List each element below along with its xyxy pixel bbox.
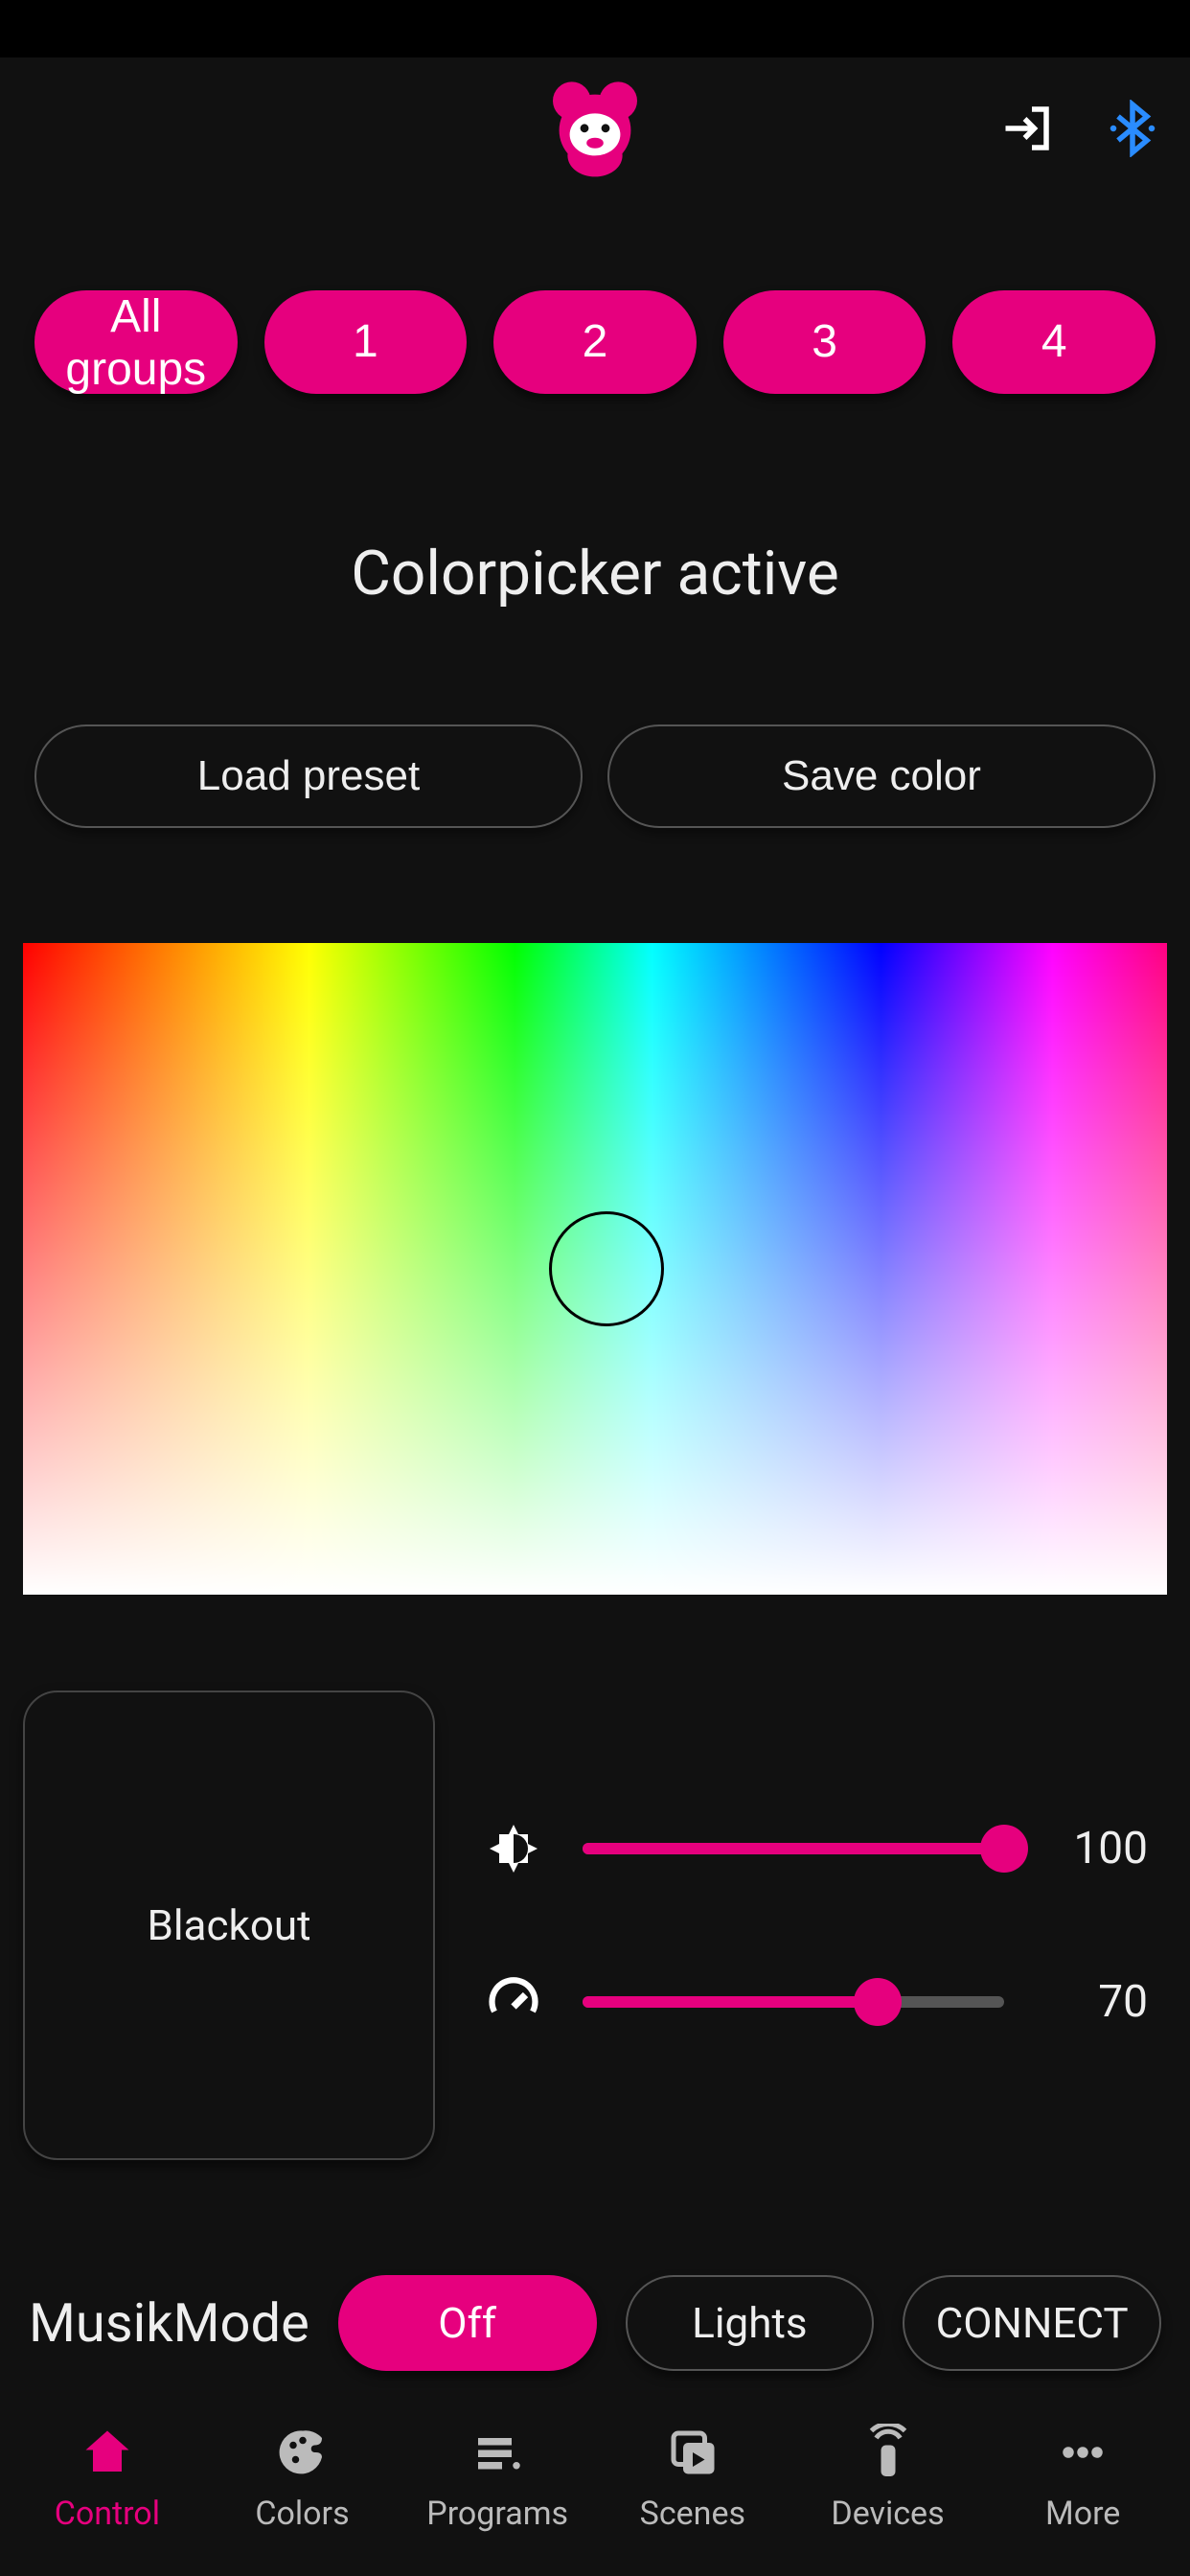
nav-scenes[interactable]: Scenes bbox=[595, 2424, 790, 2533]
nav-label: Control bbox=[55, 2495, 160, 2533]
nav-more[interactable]: More bbox=[985, 2424, 1180, 2533]
monkey-logo bbox=[542, 78, 648, 183]
musik-connect-button[interactable]: CONNECT bbox=[903, 2275, 1161, 2371]
nav-label: Scenes bbox=[640, 2495, 745, 2533]
group-all[interactable]: All groups bbox=[34, 290, 238, 394]
colorpicker-wrap bbox=[0, 847, 1190, 1633]
more-icon bbox=[1054, 2424, 1111, 2481]
preset-row: Load preset Save color bbox=[0, 638, 1190, 847]
app-root: All groups 1 2 3 4 Colorpicker active Lo… bbox=[0, 0, 1190, 2576]
status-bar bbox=[0, 0, 1190, 58]
login-icon[interactable] bbox=[998, 100, 1056, 161]
speed-row: 70 bbox=[483, 1973, 1148, 2031]
nav-label: Colors bbox=[255, 2495, 349, 2533]
brightness-icon bbox=[483, 1820, 544, 1877]
nav-label: More bbox=[1045, 2495, 1120, 2533]
group-1[interactable]: 1 bbox=[264, 290, 468, 394]
header-actions bbox=[998, 100, 1161, 161]
colorpicker[interactable] bbox=[23, 943, 1167, 1595]
scenes-icon bbox=[664, 2424, 721, 2481]
brightness-row: 100 bbox=[483, 1820, 1148, 1877]
bottom-nav: Control Colors Programs Scenes Devices bbox=[0, 2409, 1190, 2576]
sliders: 100 70 bbox=[473, 1690, 1167, 2160]
bluetooth-icon[interactable] bbox=[1104, 100, 1161, 161]
musik-mode-row: MusikMode Off Lights CONNECT bbox=[0, 2198, 1190, 2409]
nav-label: Programs bbox=[426, 2495, 568, 2533]
blackout-button[interactable]: Blackout bbox=[23, 1690, 435, 2160]
musik-lights-button[interactable]: Lights bbox=[626, 2275, 875, 2371]
nav-devices[interactable]: Devices bbox=[790, 2424, 986, 2533]
group-4[interactable]: 4 bbox=[952, 290, 1156, 394]
group-2[interactable]: 2 bbox=[493, 290, 697, 394]
section-title: Colorpicker active bbox=[0, 432, 1190, 638]
speed-icon bbox=[483, 1973, 544, 2031]
load-preset-button[interactable]: Load preset bbox=[34, 724, 583, 828]
brightness-value: 100 bbox=[1042, 1823, 1148, 1874]
speed-value: 70 bbox=[1042, 1976, 1148, 2028]
group-selector: All groups 1 2 3 4 bbox=[0, 204, 1190, 432]
home-icon bbox=[79, 2424, 136, 2481]
musik-off-button[interactable]: Off bbox=[338, 2275, 597, 2371]
nav-programs[interactable]: Programs bbox=[400, 2424, 595, 2533]
nav-label: Devices bbox=[831, 2495, 944, 2533]
group-3[interactable]: 3 bbox=[723, 290, 927, 394]
musik-mode-label: MusikMode bbox=[29, 2291, 309, 2355]
remote-icon bbox=[859, 2424, 917, 2481]
list-icon bbox=[469, 2424, 526, 2481]
colorpicker-cursor[interactable] bbox=[549, 1211, 664, 1326]
brightness-slider[interactable] bbox=[583, 1826, 1004, 1872]
header bbox=[0, 58, 1190, 204]
nav-control[interactable]: Control bbox=[10, 2424, 205, 2533]
controls-row: Blackout 100 bbox=[0, 1633, 1190, 2198]
speed-slider[interactable] bbox=[583, 1979, 1004, 2025]
palette-icon bbox=[274, 2424, 332, 2481]
nav-colors[interactable]: Colors bbox=[205, 2424, 400, 2533]
save-color-button[interactable]: Save color bbox=[607, 724, 1156, 828]
